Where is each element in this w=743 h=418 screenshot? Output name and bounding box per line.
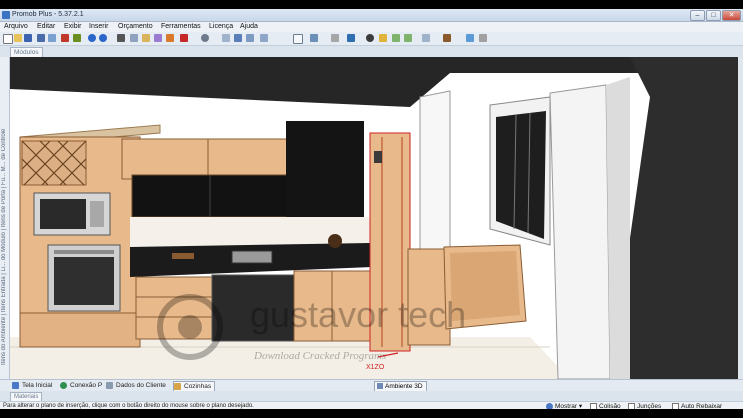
tab-label: Cozinhas — [184, 383, 212, 390]
window-title: Promob Plus - 5.37.2.1 — [12, 11, 84, 18]
hammer-icon[interactable] — [166, 34, 174, 42]
3d-view-icon — [377, 383, 383, 389]
tab-label: Conexão P — [70, 382, 103, 389]
wall-icon[interactable] — [331, 34, 339, 42]
print-icon[interactable] — [37, 34, 45, 42]
right-dock-strip[interactable] — [738, 57, 743, 379]
render-icon[interactable] — [61, 34, 69, 42]
kitchen-3d-scene: X1ZO gustavor tech Download Cracked Prog… — [10, 57, 738, 379]
minimize-button[interactable]: – — [690, 10, 705, 21]
maximize-button[interactable]: □ — [706, 10, 721, 21]
light-icon[interactable] — [379, 34, 387, 42]
view-2d-icon[interactable] — [422, 34, 430, 42]
kitchen-icon — [174, 383, 181, 390]
watermark-tagline: Download Cracked Programs — [253, 350, 386, 362]
cut-icon[interactable] — [117, 34, 125, 42]
camera-left-icon[interactable] — [392, 34, 400, 42]
letterbox-top — [0, 0, 743, 9]
top-panel-tabs: Módulos — [0, 46, 743, 57]
tab-label: Dados do Cliente — [116, 382, 166, 389]
group-icon[interactable] — [246, 34, 254, 42]
wine-rack — [21, 140, 87, 186]
select-cursor-icon[interactable] — [293, 34, 303, 44]
measure-icon[interactable] — [347, 34, 355, 42]
delete-icon[interactable] — [180, 34, 188, 42]
move-icon[interactable] — [310, 34, 318, 42]
layout-icon[interactable] — [222, 34, 230, 42]
window-glass — [496, 111, 546, 239]
align-icon[interactable] — [234, 34, 242, 42]
catalog-icon[interactable] — [73, 34, 81, 42]
menu-ajuda[interactable]: Ajuda — [240, 22, 258, 32]
axis-indicator-label: X1ZO — [366, 364, 385, 371]
promob-app-icon — [2, 11, 10, 19]
new-file-icon[interactable] — [3, 34, 13, 44]
undo-icon[interactable] — [88, 34, 96, 42]
tab-conexao[interactable]: Conexão P — [60, 381, 102, 391]
materials-panel-bar: Materiais — [0, 391, 743, 402]
tab-dados-do-cliente[interactable]: Dados do Cliente — [106, 381, 166, 391]
watermark-brand: gustavor tech — [250, 294, 466, 335]
brush-icon[interactable] — [466, 34, 474, 42]
menu-licenca[interactable]: Licença — [209, 22, 233, 32]
camera-right-icon[interactable] — [404, 34, 412, 42]
print-preview-icon[interactable] — [48, 34, 56, 42]
tab-label: Tela Inicial — [22, 382, 53, 389]
rotate-icon[interactable] — [260, 34, 268, 42]
letterbox-bottom — [0, 409, 743, 418]
eye-view-icon[interactable] — [366, 34, 374, 42]
left-dock-labels: Itens do Ambiente | Itens Entrada | Li..… — [1, 128, 7, 365]
client-icon — [106, 382, 113, 389]
options-dropdown-icon[interactable] — [479, 34, 487, 42]
left-dock-strip[interactable]: Itens do Ambiente | Itens Entrada | Li..… — [0, 57, 10, 382]
menu-exibir[interactable]: Exibir — [64, 22, 82, 32]
upper-black-doors — [131, 174, 293, 218]
tab-label: Ambiente 3D — [385, 383, 423, 390]
toolbar — [0, 32, 743, 46]
settings-dropdown-icon[interactable] — [201, 34, 209, 42]
redo-icon[interactable] — [99, 34, 107, 42]
save-icon[interactable] — [24, 34, 32, 42]
globe-icon — [60, 382, 67, 389]
menu-ferramentas[interactable]: Ferramentas — [161, 22, 201, 32]
menu-bar: Arquivo Editar Exibir Inserir Orçamento … — [0, 22, 743, 32]
menu-orcamento[interactable]: Orçamento — [118, 22, 153, 32]
wall-pillar — [549, 84, 611, 379]
menu-editar[interactable]: Editar — [37, 22, 55, 32]
paint-icon[interactable] — [154, 34, 162, 42]
tab-modulos[interactable]: Módulos — [10, 47, 43, 57]
menu-inserir[interactable]: Inserir — [89, 22, 108, 32]
tab-tela-inicial[interactable]: Tela Inicial — [12, 381, 52, 391]
app-window: Promob Plus - 5.37.2.1 – □ ✕ Arquivo Edi… — [0, 9, 743, 411]
sink — [231, 250, 273, 264]
home-icon — [12, 382, 19, 389]
paste-icon[interactable] — [142, 34, 150, 42]
copy-icon[interactable] — [130, 34, 138, 42]
menu-arquivo[interactable]: Arquivo — [4, 22, 28, 32]
title-bar: Promob Plus - 5.37.2.1 – □ ✕ — [0, 9, 743, 22]
close-button[interactable]: ✕ — [722, 10, 741, 21]
open-folder-icon[interactable] — [14, 34, 22, 42]
view-3d-icon[interactable] — [443, 34, 451, 42]
3d-viewport[interactable]: X1ZO gustavor tech Download Cracked Prog… — [10, 57, 738, 379]
